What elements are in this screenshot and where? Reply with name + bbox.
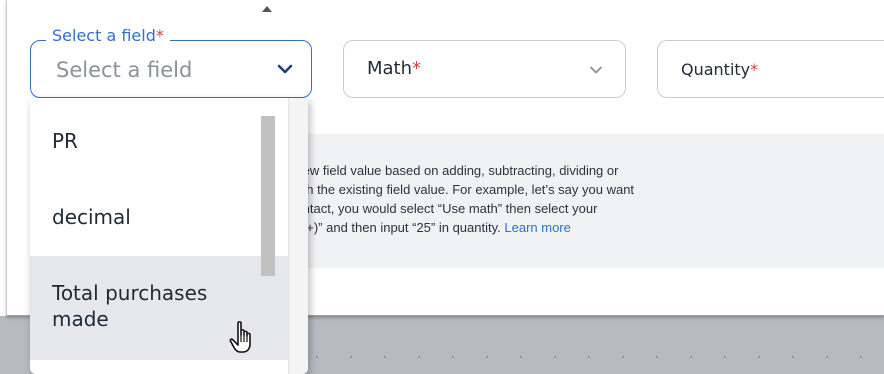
scrollbar[interactable]: [288, 98, 308, 374]
info-text: late a new field value based on adding, …: [260, 163, 635, 235]
chevron-down-icon[interactable]: [274, 58, 296, 80]
grid-dots: [300, 356, 884, 358]
dropdown-option[interactable]: decimal: [30, 204, 288, 230]
learn-more-link[interactable]: Learn more: [504, 220, 570, 235]
scroll-up-arrow-icon[interactable]: [262, 6, 272, 12]
dropdown-option-label: Total purchases made: [52, 281, 208, 331]
quantity-label: Quantity*: [681, 60, 759, 79]
scrollbar-thumb[interactable]: [261, 116, 275, 276]
hand-pointer-cursor-icon: [229, 321, 251, 353]
math-label: Math*: [367, 58, 422, 79]
select-field-value: Select a field: [56, 58, 193, 82]
select-field-label: Select a field*: [46, 26, 170, 46]
chevron-down-icon[interactable]: [586, 60, 606, 80]
dropdown-option[interactable]: PR: [30, 128, 288, 154]
